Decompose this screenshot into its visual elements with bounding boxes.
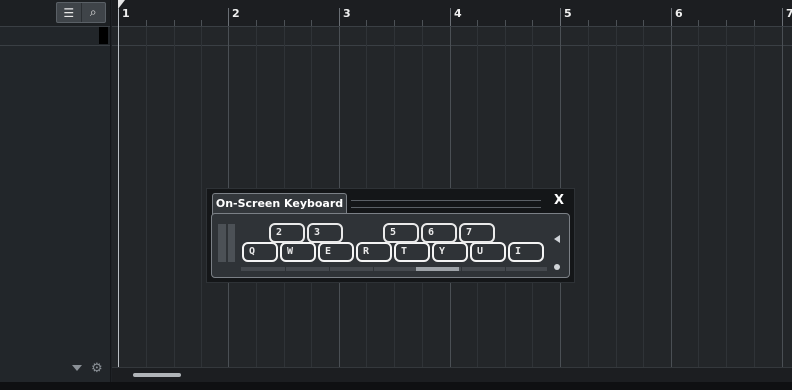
key-3[interactable]: 3 [307, 223, 343, 243]
octave-scrollbar[interactable] [241, 267, 547, 271]
gear-icon[interactable]: ⚙ [91, 361, 103, 376]
track-color-strip [99, 27, 108, 44]
beat-gridline [146, 27, 147, 367]
meter-bar [218, 224, 226, 262]
beat-tick [643, 20, 644, 26]
track-divider [112, 45, 792, 46]
velocity-meter[interactable] [218, 224, 235, 262]
bar-tick [228, 8, 229, 26]
track-toolbar-buttons: ☰ ⌕ [56, 2, 106, 23]
horizontal-scrollbar[interactable] [112, 367, 792, 383]
beat-gridline [643, 27, 644, 367]
key-7[interactable]: 7 [459, 223, 495, 243]
key-6[interactable]: 6 [421, 223, 457, 243]
scroll-divider [505, 267, 506, 271]
track-list-panel: ☰ ⌕ ⚙ [0, 0, 111, 390]
scroll-divider [461, 267, 462, 271]
beat-tick [505, 20, 506, 26]
bar-tick [671, 8, 672, 26]
on-screen-keyboard-tab[interactable]: On-Screen Keyboard [212, 193, 347, 214]
search-icon[interactable]: ⌕ [80, 3, 106, 22]
beat-gridline [698, 27, 699, 367]
key-i[interactable]: I [508, 242, 544, 262]
timeline-ruler[interactable]: 1 2 3 4 5 6 7 [112, 0, 792, 27]
beat-tick [256, 20, 257, 26]
keyboard-body: Q W E R T Y U I 2 3 5 6 7 [211, 213, 570, 278]
bar-number-6: 6 [675, 7, 683, 20]
beat-tick [422, 20, 423, 26]
list-icon[interactable]: ☰ [57, 3, 81, 22]
beat-gridline [726, 27, 727, 367]
bar-tick [339, 8, 340, 26]
track-list-footer: ⚙ [0, 360, 110, 382]
key-5[interactable]: 5 [383, 223, 419, 243]
beat-gridline [588, 27, 589, 367]
beat-tick [146, 20, 147, 26]
key-w[interactable]: W [280, 242, 316, 262]
key-y[interactable]: Y [432, 242, 468, 262]
bar-tick [560, 8, 561, 26]
beat-tick [588, 20, 589, 26]
beat-tick [477, 20, 478, 26]
beat-tick [311, 20, 312, 26]
key-2[interactable]: 2 [269, 223, 305, 243]
bar-number-5: 5 [564, 7, 572, 20]
bar-number-4: 4 [454, 7, 462, 20]
key-q[interactable]: Q [242, 242, 278, 262]
window-drag-handle[interactable] [351, 200, 541, 208]
beat-tick [201, 20, 202, 26]
beat-gridline [616, 27, 617, 367]
key-e[interactable]: E [318, 242, 354, 262]
key-r[interactable]: R [356, 242, 392, 262]
bar-number-2: 2 [232, 7, 240, 20]
bar-number-3: 3 [343, 7, 351, 20]
bar-number-7: 7 [786, 7, 792, 20]
on-screen-keyboard-window: On-Screen Keyboard X Q W E R T Y U I 2 3… [206, 188, 575, 283]
beat-tick [394, 20, 395, 26]
close-button[interactable]: X [551, 193, 567, 209]
dropdown-arrow-icon[interactable] [72, 365, 82, 371]
beat-tick [284, 20, 285, 26]
track-list-toolbar: ☰ ⌕ [0, 0, 110, 27]
window-bottom-edge [0, 382, 792, 390]
beat-tick [616, 20, 617, 26]
bar-tick [782, 8, 783, 26]
key-u[interactable]: U [470, 242, 506, 262]
collapse-arrow-icon[interactable] [554, 235, 560, 243]
beat-gridline [201, 27, 202, 367]
beat-tick [366, 20, 367, 26]
key-t[interactable]: T [394, 242, 430, 262]
scroll-divider [373, 267, 374, 271]
meter-bar [227, 224, 235, 262]
beat-tick [726, 20, 727, 26]
beat-tick [754, 20, 755, 26]
beat-tick [532, 20, 533, 26]
octave-scroll-thumb[interactable] [416, 267, 459, 271]
scroll-divider [285, 267, 286, 271]
bar-gridline [671, 27, 672, 367]
left-locator-marker[interactable] [118, 0, 125, 9]
track-row[interactable] [0, 26, 110, 46]
project-cursor[interactable] [118, 9, 119, 367]
beat-gridline [174, 27, 175, 367]
mode-dot-icon[interactable] [554, 264, 560, 270]
scroll-divider [329, 267, 330, 271]
bar-gridline [782, 27, 783, 367]
beat-gridline [754, 27, 755, 367]
beat-tick [174, 20, 175, 26]
bar-tick [450, 8, 451, 26]
beat-tick [698, 20, 699, 26]
scrollbar-thumb[interactable] [133, 373, 181, 377]
